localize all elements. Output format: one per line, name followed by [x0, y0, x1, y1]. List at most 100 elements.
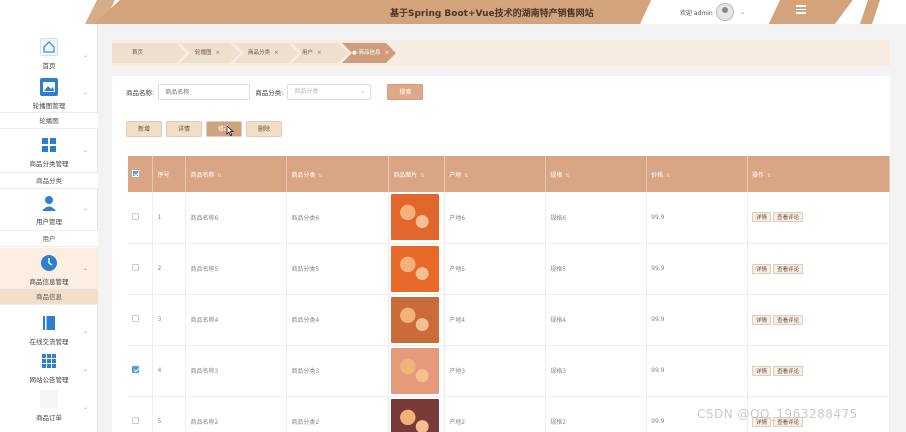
select-all-cell[interactable] [128, 156, 154, 192]
row-review-button[interactable]: 查看评论 [773, 314, 804, 325]
submenu-user[interactable]: 用户 [0, 230, 98, 247]
product-category-select[interactable]: 商品分类 ⌄ [287, 84, 372, 100]
action-row: 新增 详情 修改 删除 [126, 121, 282, 137]
sidebar-item-carousel[interactable]: 轮播图管理 ⌃ [0, 78, 98, 112]
search-button[interactable]: 搜索 [387, 84, 424, 100]
col-image[interactable]: 商品图片 ⇅ [388, 156, 446, 192]
cell-name: 商品名称4 [185, 294, 288, 346]
product-image[interactable] [391, 347, 440, 394]
breadcrumb-item-product[interactable]: ● 商品信息 × [352, 43, 389, 63]
sidebar-item-product[interactable]: 商品信息管理 ⌃ [0, 248, 98, 288]
close-icon[interactable]: × [274, 50, 279, 56]
row-select-cell[interactable] [128, 192, 154, 244]
cell-operation: 详情 查看评论 [747, 345, 890, 397]
col-origin[interactable]: 产地 ⇅ [444, 156, 547, 192]
table-row[interactable]: 4 商品名称3 商品分类3 产地3 规格3 99.9 详情 查看评论 [128, 345, 890, 397]
sidebar-item-order[interactable]: 商品订单 ⌄ [0, 390, 98, 424]
cell-index: 1 [152, 192, 187, 244]
cell-category: 商品分类2 [286, 396, 390, 432]
breadcrumb-item-user[interactable]: 用户 × [302, 43, 322, 63]
sidebar-item-home[interactable]: 首页 ⌄ [0, 38, 98, 72]
sort-icon[interactable]: ⇅ [767, 173, 771, 179]
select-placeholder: 商品分类 [294, 88, 319, 95]
sidebar-item-category[interactable]: 商品分类管理 ⌃ [0, 136, 98, 170]
table-row[interactable]: 2 商品名称5 商品分类5 产地5 规格5 99.9 详情 查看评论 [128, 243, 890, 295]
cell-index: 5 [152, 396, 187, 432]
cell-origin: 产地6 [444, 192, 547, 244]
cell-image [388, 396, 446, 432]
cell-name: 商品名称5 [185, 243, 288, 295]
table-row[interactable]: 1 商品名称6 商品分类6 产地6 规格6 99.9 详情 查看评论 [128, 192, 890, 244]
row-detail-button[interactable]: 详情 [752, 263, 772, 274]
col-category[interactable]: 商品分类 ⇅ [286, 156, 390, 192]
sort-icon[interactable]: ⇅ [318, 173, 322, 179]
breadcrumb: 首页 轮播图 × 商品分类 × 用户 × ● 商品信息 × [112, 40, 890, 66]
sort-icon[interactable]: ⇅ [420, 173, 424, 179]
row-select-cell[interactable] [128, 345, 154, 397]
product-image[interactable] [391, 296, 440, 343]
row-select-cell[interactable] [128, 294, 154, 346]
cell-price: 99.9 [646, 243, 749, 295]
row-select-cell[interactable] [128, 396, 154, 432]
sidebar-item-notice[interactable]: 网站公告管理 ⌄ [0, 352, 98, 386]
order-icon [40, 390, 58, 408]
row-checkbox[interactable] [132, 315, 139, 322]
sidebar-item-chat[interactable]: 在线交流管理 ⌄ [0, 314, 98, 348]
clock-icon [40, 254, 58, 272]
cell-operation: 详情 查看评论 [747, 243, 890, 295]
breadcrumb-item-category[interactable]: 商品分类 × [248, 43, 279, 63]
sidebar-item-user[interactable]: 用户管理 ⌃ [0, 194, 98, 228]
col-price[interactable]: 价格 ⇅ [646, 156, 749, 192]
cell-spec: 规格6 [545, 192, 648, 244]
product-name-input[interactable] [158, 84, 251, 100]
row-detail-button[interactable]: 详情 [752, 212, 772, 223]
row-checkbox[interactable] [132, 264, 139, 271]
col-name[interactable]: 商品名称 ⇅ [185, 156, 288, 192]
submenu-carousel[interactable]: 轮播图 [0, 112, 98, 129]
col-spec[interactable]: 规格 ⇅ [545, 156, 648, 192]
row-checkbox[interactable] [132, 417, 139, 424]
cell-operation: 详情 查看评论 [747, 294, 890, 346]
add-button[interactable]: 新增 [126, 121, 162, 137]
cell-name: 商品名称6 [185, 192, 288, 244]
row-review-button[interactable]: 查看评论 [773, 212, 804, 223]
row-review-button[interactable]: 查看评论 [773, 263, 804, 274]
row-select-cell[interactable] [128, 243, 154, 295]
image-icon [40, 78, 58, 96]
delete-button[interactable]: 删除 [246, 121, 282, 137]
sidebar-item-label: 首页 [42, 62, 56, 70]
row-detail-button[interactable]: 详情 [752, 314, 772, 325]
close-icon[interactable]: × [317, 50, 322, 56]
row-checkbox[interactable] [132, 212, 139, 220]
cell-origin: 产地4 [444, 294, 547, 346]
product-image[interactable] [391, 194, 440, 241]
sort-icon[interactable]: ⇅ [565, 173, 569, 179]
table-row[interactable]: 3 商品名称4 商品分类4 产地4 规格4 99.9 详情 查看评论 [128, 294, 890, 346]
cell-spec: 规格5 [545, 243, 648, 295]
submenu-product[interactable]: 商品信息 [0, 288, 98, 305]
row-detail-button[interactable]: 详情 [752, 365, 772, 376]
chevron-up-icon: ⌃ [82, 150, 88, 157]
hamburger-menu-icon[interactable] [796, 5, 806, 15]
user-menu-chevron-icon[interactable]: ⌄ [740, 9, 745, 16]
close-icon[interactable]: × [385, 50, 390, 56]
row-checkbox[interactable] [132, 366, 139, 373]
submenu-category[interactable]: 商品分类 [0, 172, 98, 189]
sort-icon[interactable]: ⇅ [217, 173, 221, 179]
detail-button[interactable]: 详情 [166, 121, 202, 137]
avatar[interactable] [716, 3, 734, 21]
product-image[interactable] [391, 245, 440, 292]
sidebar-item-label: 商品分类管理 [29, 160, 69, 168]
select-all-checkbox[interactable] [132, 169, 139, 177]
edit-button[interactable]: 修改 [206, 121, 242, 137]
sort-icon[interactable]: ⇅ [666, 173, 670, 179]
row-review-button[interactable]: 查看评论 [773, 365, 804, 376]
sidebar-item-label: 网站公告管理 [29, 376, 69, 384]
product-image[interactable] [391, 398, 440, 432]
sort-icon[interactable]: ⇅ [464, 173, 468, 179]
sidebar: 首页 ⌄ 轮播图管理 ⌃ 轮播图 商品分类管理 ⌃ 商品分类 用户管理 ⌃ 用户… [0, 24, 98, 432]
close-icon[interactable]: × [216, 50, 221, 56]
breadcrumb-item-home[interactable]: 首页 [132, 43, 143, 63]
breadcrumb-item-carousel[interactable]: 轮播图 × [195, 43, 220, 63]
cell-origin: 产地3 [444, 345, 547, 397]
